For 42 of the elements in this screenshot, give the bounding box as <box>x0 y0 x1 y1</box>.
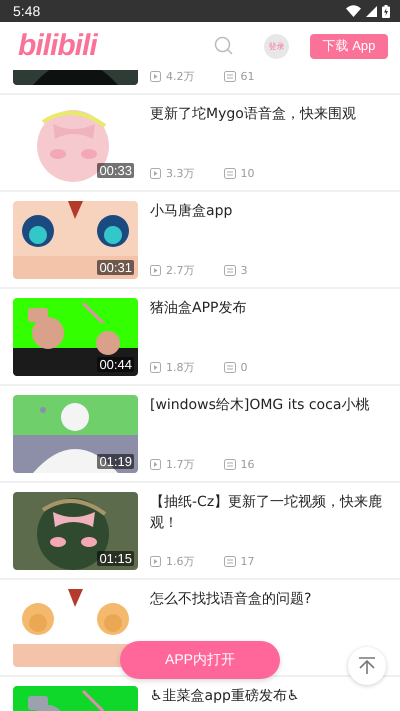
view-count: 3.3万 <box>166 166 194 181</box>
back-to-top-button[interactable] <box>348 647 386 685</box>
view-count: 1.8万 <box>166 360 194 375</box>
comment-icon <box>224 362 236 373</box>
view-count: 4.2万 <box>166 70 194 84</box>
view-count: 1.6万 <box>166 554 194 569</box>
comment-count: 10 <box>240 167 254 180</box>
comment-count: 61 <box>240 70 254 83</box>
video-title[interactable]: 更新了坨Mygo语音盒，快来围观 <box>150 104 390 125</box>
battery-icon <box>382 4 390 18</box>
view-count: 2.7万 <box>166 263 194 278</box>
play-icon <box>150 459 161 470</box>
duration-label: 00:44 <box>97 357 134 372</box>
video-title[interactable]: ♿韭菜盒app重磅发布♿ <box>150 686 390 707</box>
duration-label: 00:31 <box>97 260 134 275</box>
comment-icon <box>224 71 236 82</box>
play-icon <box>150 265 161 276</box>
arrow-up-icon <box>358 657 376 675</box>
duration-label: 01:19 <box>97 454 134 469</box>
comment-icon <box>224 265 236 276</box>
video-title[interactable]: [windows给木]OMG its coca小桃 <box>150 395 390 416</box>
comment-icon <box>224 556 236 567</box>
play-icon <box>150 556 161 567</box>
play-icon <box>150 362 161 373</box>
play-icon <box>150 71 161 82</box>
duration-label: 01:15 <box>97 551 134 566</box>
wifi-icon <box>346 5 361 17</box>
video-title[interactable]: 小马唐盒app <box>150 201 390 222</box>
play-icon <box>150 168 161 179</box>
comment-icon <box>224 168 236 179</box>
clock: 5:48 <box>13 3 40 19</box>
duration-label: 00:33 <box>97 163 134 178</box>
comment-count: 16 <box>240 458 254 471</box>
view-count: 1.7万 <box>166 457 194 472</box>
video-title[interactable]: 猪油盒APP发布 <box>150 298 390 319</box>
video-title[interactable]: 【抽纸-Cz】更新了一坨视频，快来鹿观！ <box>150 492 390 534</box>
comment-count: 0 <box>240 361 248 374</box>
comment-count: 17 <box>240 555 254 568</box>
signal-icon <box>366 6 377 16</box>
video-title[interactable]: 怎么不找找语音盒的问题? <box>150 589 390 610</box>
comment-count: 3 <box>240 264 248 277</box>
comment-icon <box>224 459 236 470</box>
